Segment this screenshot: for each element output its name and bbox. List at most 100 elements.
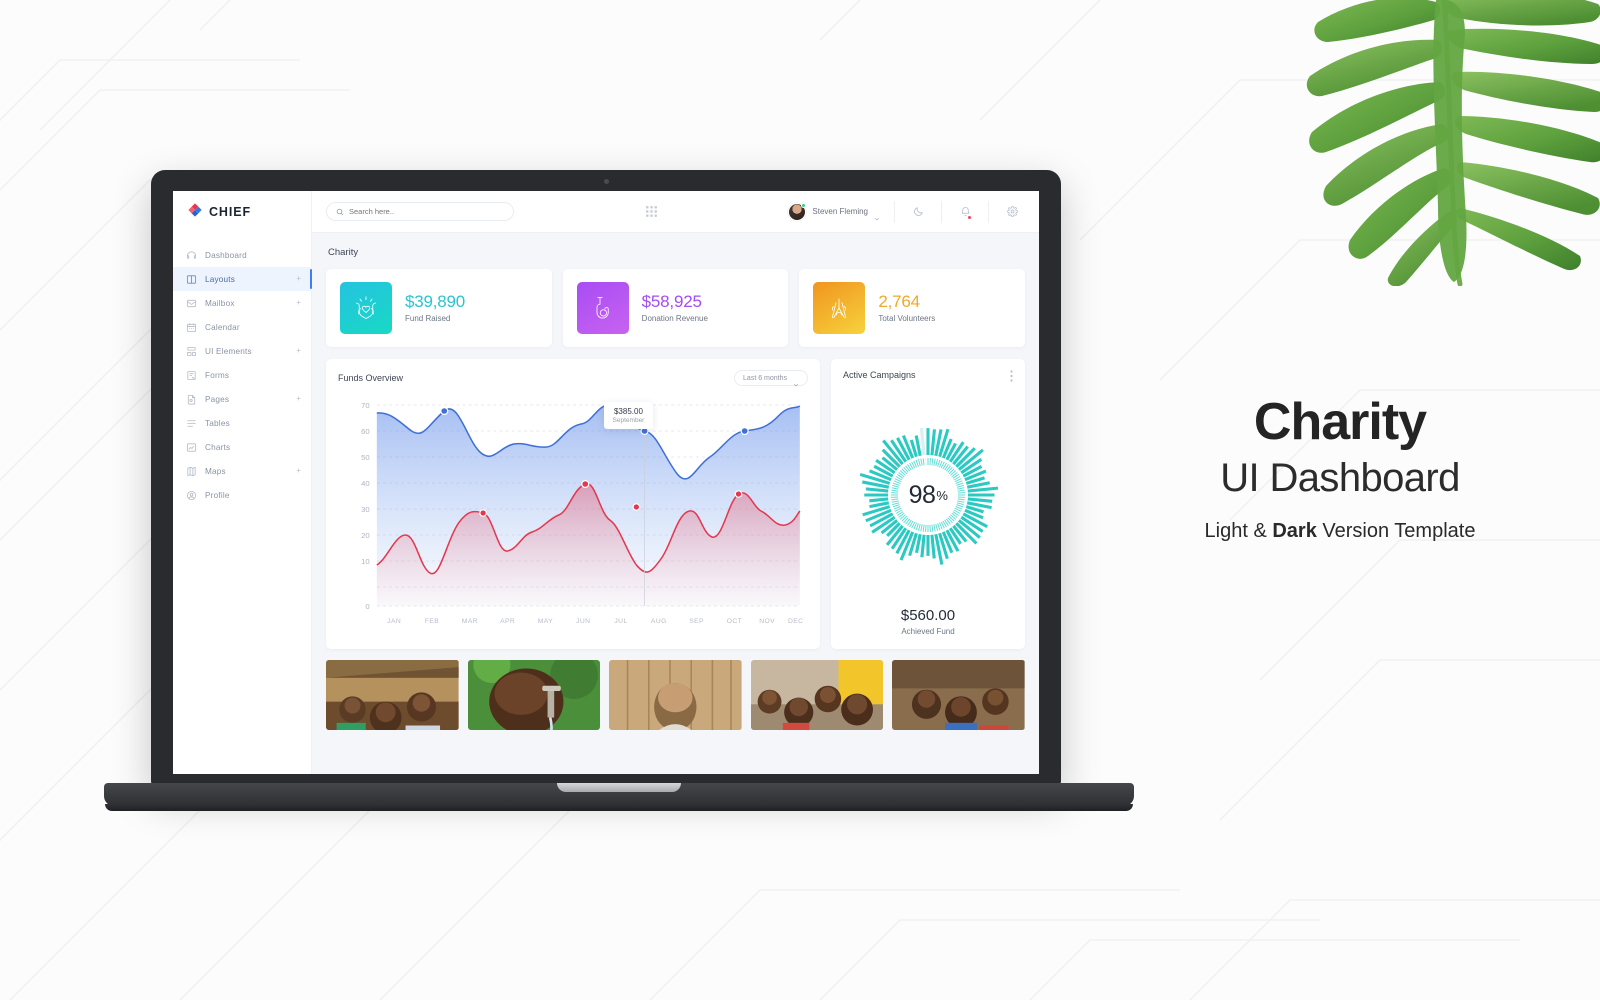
notification-badge — [967, 215, 972, 220]
svg-text:0: 0 — [365, 602, 369, 611]
achieved-fund-value: $560.00 — [900, 607, 956, 624]
kebab-menu-icon[interactable] — [1010, 370, 1013, 383]
search-icon — [336, 203, 344, 221]
laptop-mockup: CHIEF Dashboard Layouts + Mailbox + Cale… — [104, 170, 1134, 820]
sidebar-item-profile[interactable]: Profile — [173, 483, 311, 507]
gauge-percent: 98% — [858, 425, 998, 565]
laptop-trackpad-notch — [557, 783, 681, 792]
sidebar-item-calendar[interactable]: Calendar — [173, 315, 311, 339]
funds-chart[interactable]: 70 60 50 40 30 20 10 0 JAN FEB MAR APR M… — [338, 389, 808, 633]
achieved-fund-label: Achieved Fund — [901, 627, 955, 636]
children-outdoors-photo[interactable] — [892, 660, 1025, 730]
svg-text:70: 70 — [361, 401, 370, 410]
sidebar-item-label: Pages — [205, 394, 230, 404]
laptop-camera — [603, 179, 609, 184]
hands-team-icon — [813, 282, 866, 334]
stat-text: $58,925 Donation Revenue — [642, 293, 708, 323]
svg-text:JAN: JAN — [387, 618, 401, 625]
maps-icon — [186, 466, 197, 477]
svg-text:OCT: OCT — [727, 618, 742, 625]
stat-text: $39,890 Fund Raised — [405, 293, 465, 323]
sidebar-item-maps[interactable]: Maps + — [173, 459, 311, 483]
svg-text:AUG: AUG — [651, 618, 667, 625]
stats-row: $39,890 Fund Raised $58,925 Donation Rev… — [326, 269, 1026, 347]
sidebar-item-mailbox[interactable]: Mailbox + — [173, 291, 311, 315]
active-campaigns-title: Active Campaigns — [843, 370, 916, 380]
sidebar-item-charts[interactable]: Charts — [173, 435, 311, 459]
svg-text:SEP: SEP — [689, 618, 704, 625]
svg-text:MAY: MAY — [538, 618, 553, 625]
child-by-wall-photo[interactable] — [609, 660, 742, 730]
pages-icon — [186, 394, 197, 405]
marketing-tagline: Light & Dark Version Template — [1130, 520, 1550, 543]
expand-indicator[interactable]: + — [296, 299, 301, 307]
sidebar-item-forms[interactable]: Forms — [173, 363, 311, 387]
sidebar-item-pages[interactable]: Pages + — [173, 387, 311, 411]
sidebar-item-layouts[interactable]: Layouts + — [173, 267, 312, 291]
children-in-hut-photo[interactable] — [326, 660, 459, 730]
progress-gauge: 98% — [858, 425, 998, 565]
stat-card-fund-raised[interactable]: $39,890 Fund Raised — [326, 269, 552, 347]
date-range-select[interactable]: Last 6 months — [734, 370, 808, 387]
search-input[interactable] — [349, 207, 504, 216]
photo-gallery — [326, 660, 1025, 730]
svg-text:40: 40 — [361, 479, 370, 488]
expand-indicator[interactable]: + — [296, 395, 301, 403]
marketing-block: Charity UI Dashboard Light & Dark Versio… — [1130, 395, 1550, 543]
laptop-foot — [105, 804, 1133, 811]
sidebar-item-label: Calendar — [205, 322, 240, 332]
svg-text:JUL: JUL — [614, 618, 627, 625]
sidebar-item-dashboard[interactable]: Dashboard — [173, 243, 311, 267]
svg-text:FEB: FEB — [425, 618, 439, 625]
sidebar-item-label: Profile — [205, 490, 230, 500]
hands-heart-icon — [340, 282, 392, 334]
sidebar-item-ui-elements[interactable]: UI Elements + — [173, 339, 311, 363]
topbar: Steven Fleming — [312, 191, 1039, 233]
profile-icon — [186, 490, 197, 501]
brand-logo[interactable]: CHIEF — [173, 191, 311, 233]
stat-card-total-volunteers[interactable]: 2,764 Total Volunteers — [799, 269, 1026, 347]
sidebar-item-tables[interactable]: Tables — [173, 411, 311, 435]
sidebar-item-label: Forms — [205, 370, 230, 380]
grid-apps-icon[interactable] — [645, 205, 658, 218]
laptop-screen-bezel: CHIEF Dashboard Layouts + Mailbox + Cale… — [151, 170, 1061, 787]
date-range-label: Last 6 months — [743, 374, 787, 382]
stat-value: 2,764 — [878, 292, 920, 312]
expand-indicator[interactable]: + — [296, 467, 301, 475]
gauge-wrapper: 98% — [843, 383, 1013, 607]
active-campaigns-panel: Active Campaigns 98 % $560.00 Achieved F… — [831, 359, 1025, 649]
online-status-dot — [801, 202, 807, 208]
expand-indicator[interactable]: + — [296, 347, 301, 355]
calendar-icon — [186, 322, 197, 333]
stat-card-donation-revenue[interactable]: $58,925 Donation Revenue — [562, 269, 789, 347]
achieved-fund-block: $560.00 Achieved Fund — [843, 607, 1013, 638]
sidebar-item-label: Layouts — [205, 274, 236, 284]
sidebar-item-label: Charts — [205, 442, 231, 452]
svg-text:DEC: DEC — [788, 618, 803, 625]
funds-overview-panel: Funds Overview Last 6 months 70 60 50 40… — [326, 359, 820, 649]
page-title: Charity — [328, 247, 359, 258]
sidebar-item-label: Tables — [205, 418, 230, 428]
divider — [988, 200, 989, 223]
moon-icon[interactable] — [905, 206, 931, 217]
child-at-water-tap-photo[interactable] — [467, 660, 601, 730]
bell-icon[interactable] — [952, 206, 978, 220]
svg-text:10: 10 — [361, 557, 370, 566]
chief-logo-icon — [187, 202, 203, 223]
laptop-display: CHIEF Dashboard Layouts + Mailbox + Cale… — [173, 191, 1039, 774]
stat-text: 2,764 Total Volunteers — [878, 293, 935, 323]
marketing-title: Charity — [1253, 393, 1427, 451]
stat-value: $39,890 — [405, 292, 466, 312]
svg-text:60: 60 — [361, 427, 370, 436]
search-box[interactable] — [326, 202, 514, 221]
user-menu[interactable]: Steven Fleming — [788, 202, 884, 221]
expand-indicator[interactable]: + — [296, 275, 301, 283]
sidebar: CHIEF Dashboard Layouts + Mailbox + Cale… — [173, 191, 312, 774]
divider — [941, 200, 942, 223]
group-of-children-photo[interactable] — [750, 660, 884, 730]
gear-icon[interactable] — [999, 206, 1025, 217]
sidebar-nav: Dashboard Layouts + Mailbox + Calendar U… — [173, 233, 312, 507]
stat-label: Donation Revenue — [641, 313, 708, 323]
ui-elements-icon — [186, 346, 197, 357]
charts-icon — [186, 442, 197, 453]
